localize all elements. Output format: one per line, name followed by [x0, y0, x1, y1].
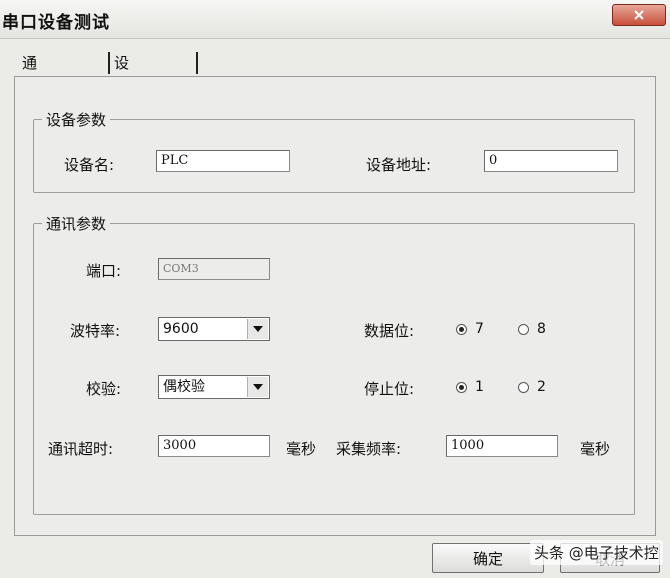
databits-option-8[interactable]: 8	[518, 321, 546, 337]
baud-label: 波特率:	[70, 322, 121, 340]
stopbits-option-1-label: 1	[475, 379, 484, 395]
device-address-label: 设备地址:	[366, 156, 432, 174]
comm-params-legend: 通讯参数	[42, 213, 111, 234]
device-params-legend: 设备参数	[42, 109, 111, 130]
databits-option-7[interactable]: 7	[456, 321, 484, 337]
chevron-down-icon[interactable]	[247, 377, 268, 397]
device-address-field[interactable]: 0	[484, 150, 618, 172]
stopbits-option-1[interactable]: 1	[456, 379, 484, 395]
databits-option-8-label: 8	[537, 321, 546, 337]
timeout-label: 通讯超时:	[48, 440, 114, 458]
databits-label: 数据位:	[364, 322, 415, 340]
radio-selected-icon	[456, 381, 467, 393]
port-label: 端口:	[86, 262, 122, 280]
ok-button[interactable]: 确定	[432, 543, 544, 573]
device-params-group: 设备参数 设备名: PLC 设备地址: 0	[33, 109, 635, 193]
parity-label: 校验:	[86, 380, 122, 398]
databits-option-7-label: 7	[475, 321, 484, 337]
radio-unselected-icon	[518, 323, 529, 335]
tab-comm-params[interactable]: 通讯参数	[18, 50, 41, 150]
stopbits-option-2[interactable]: 2	[518, 379, 546, 395]
stopbits-option-2-label: 2	[537, 379, 546, 395]
watermark: 头条 @电子技术控	[530, 540, 663, 565]
comm-params-group: 通讯参数 端口: COM3 波特率: 9600 数据位: 7 8 校验: 偶校验…	[33, 213, 635, 515]
window-title: 串口设备测试	[2, 13, 110, 33]
stopbits-label: 停止位:	[364, 380, 415, 398]
frequency-unit: 毫秒	[580, 440, 611, 458]
baud-value: 9600	[163, 321, 199, 337]
tab-separator	[196, 52, 198, 74]
close-button[interactable]	[612, 4, 666, 26]
baud-select[interactable]: 9600	[158, 317, 270, 341]
radio-selected-icon	[456, 323, 467, 335]
device-name-field[interactable]: PLC	[156, 150, 290, 172]
timeout-unit: 毫秒	[286, 440, 317, 458]
port-field: COM3	[158, 258, 270, 280]
timeout-field[interactable]: 3000	[158, 435, 270, 457]
frequency-field[interactable]: 1000	[446, 435, 558, 457]
radio-unselected-icon	[518, 381, 529, 393]
close-icon	[634, 10, 644, 20]
tab-device-test[interactable]: 设备测试	[110, 50, 133, 150]
parity-value: 偶校验	[163, 379, 205, 395]
frequency-label: 采集频率:	[336, 440, 402, 458]
device-name-label: 设备名:	[64, 156, 115, 174]
chevron-down-icon[interactable]	[247, 319, 268, 339]
title-bar: 串口设备测试	[0, 0, 670, 39]
tab-panel: 设备参数 设备名: PLC 设备地址: 0 通讯参数 端口: COM3 波特率:…	[14, 76, 656, 536]
parity-select[interactable]: 偶校验	[158, 375, 270, 399]
